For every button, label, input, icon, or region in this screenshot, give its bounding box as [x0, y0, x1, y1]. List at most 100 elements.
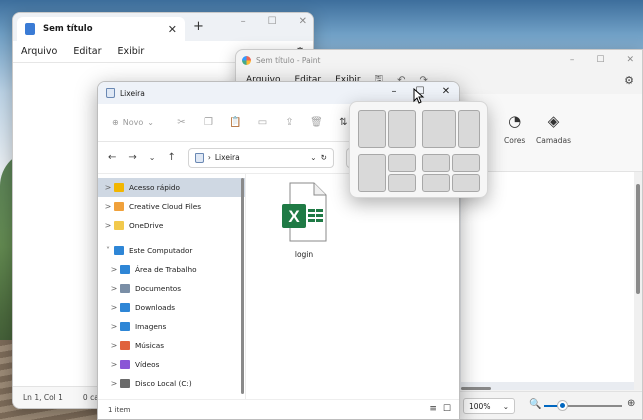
- copy-icon[interactable]: ❐: [195, 117, 222, 128]
- sidebar-item[interactable]: > Acesso rápido: [98, 178, 245, 197]
- chevron-icon[interactable]: >: [108, 341, 120, 350]
- snap-layout-main-stack[interactable]: [358, 154, 416, 192]
- large-icons-view-icon[interactable]: ☐: [443, 404, 451, 414]
- close-icon[interactable]: ✕: [299, 16, 307, 27]
- sidebar-item[interactable]: > Creative Cloud Files: [98, 197, 245, 216]
- snap-zone[interactable]: [388, 174, 416, 192]
- close-tab-icon[interactable]: ✕: [168, 23, 177, 36]
- maximize-icon[interactable]: ☐: [268, 16, 277, 27]
- sidebar-item[interactable]: > OneDrive: [98, 216, 245, 235]
- menu-editar[interactable]: Editar: [73, 46, 101, 57]
- new-tab-icon[interactable]: +: [193, 19, 204, 34]
- chevron-icon[interactable]: >: [108, 303, 120, 312]
- sidebar-item[interactable]: > Disco Local (C:): [98, 374, 245, 393]
- minimize-icon[interactable]: –: [570, 55, 575, 65]
- vertical-scrollbar[interactable]: [634, 172, 642, 390]
- refresh-icon[interactable]: ↻: [321, 153, 327, 162]
- sidebar-scrollbar[interactable]: [241, 178, 244, 394]
- menu-arquivo[interactable]: Arquivo: [21, 46, 57, 57]
- sidebar-item[interactable]: ˅ Este Computador: [98, 241, 245, 260]
- scroll-thumb[interactable]: [636, 184, 640, 294]
- chevron-icon[interactable]: >: [108, 265, 120, 274]
- sidebar-item-label: Área de Trabalho: [135, 265, 197, 274]
- notepad-window-controls: – ☐ ✕: [241, 16, 307, 27]
- chevron-icon[interactable]: >: [102, 202, 114, 211]
- rename-icon[interactable]: ▭: [249, 117, 276, 128]
- menu-exibir[interactable]: Exibir: [118, 46, 145, 57]
- layers-label: Camadas: [536, 136, 571, 145]
- videos-icon: [120, 360, 130, 369]
- palette-icon: ◔: [508, 112, 522, 130]
- sidebar-item[interactable]: > Downloads: [98, 298, 245, 317]
- chevron-icon[interactable]: >: [102, 183, 114, 192]
- delete-icon[interactable]: 🗑: [303, 117, 330, 128]
- snap-zone[interactable]: [422, 110, 456, 148]
- address-bar[interactable]: › Lixeira ⌄ ↻: [187, 147, 334, 168]
- file-list: X login: [247, 174, 459, 399]
- close-icon[interactable]: ✕: [626, 55, 634, 65]
- zoom-slider[interactable]: [544, 405, 622, 407]
- details-view-icon[interactable]: ≡: [429, 404, 437, 414]
- layers-icon: ◈: [547, 112, 560, 130]
- snap-zone[interactable]: [358, 110, 386, 148]
- sidebar-item-label: Este Computador: [129, 246, 193, 255]
- sidebar-item[interactable]: > Vídeos: [98, 355, 245, 374]
- zoom-in-icon[interactable]: ⊕: [627, 398, 635, 409]
- sidebar-item[interactable]: > Documentos: [98, 279, 245, 298]
- sidebar-item[interactable]: > Imagens: [98, 317, 245, 336]
- snap-zone[interactable]: [452, 154, 480, 172]
- chevron-icon[interactable]: >: [108, 322, 120, 331]
- snap-zone[interactable]: [388, 154, 416, 172]
- chevron-icon[interactable]: >: [108, 360, 120, 369]
- zoom-select[interactable]: 100% ⌄: [463, 398, 515, 414]
- breadcrumb[interactable]: Lixeira: [215, 153, 240, 162]
- chevron-icon[interactable]: >: [102, 221, 114, 230]
- computer-icon: [114, 246, 124, 255]
- gear-icon[interactable]: ⚙: [624, 74, 634, 87]
- chevron-icon[interactable]: >: [108, 284, 120, 293]
- minimize-icon[interactable]: –: [241, 16, 246, 27]
- chevron-down-icon[interactable]: ⌄: [310, 153, 316, 162]
- colors-group[interactable]: ◔ Cores: [504, 112, 525, 145]
- sidebar-item-label: Acesso rápido: [129, 183, 180, 192]
- sidebar-item-label: Imagens: [135, 322, 167, 331]
- mouse-cursor-icon: [413, 88, 425, 104]
- paint-canvas[interactable]: [461, 172, 638, 382]
- download-icon: [120, 303, 130, 312]
- back-icon[interactable]: ←: [108, 152, 116, 163]
- notepad-tab[interactable]: Sem título ✕: [17, 17, 185, 41]
- snap-layout-two-thirds[interactable]: [422, 110, 480, 148]
- up-icon[interactable]: ↑: [167, 152, 175, 163]
- chevron-icon[interactable]: >: [108, 379, 120, 388]
- excel-file-icon: X: [282, 182, 327, 242]
- explorer-title: Lixeira: [120, 88, 145, 98]
- sidebar-item-label: Documentos: [135, 284, 182, 293]
- sidebar-item[interactable]: > Músicas: [98, 336, 245, 355]
- scroll-thumb[interactable]: [461, 387, 491, 390]
- snap-zone[interactable]: [422, 174, 450, 192]
- paste-icon[interactable]: 📋: [222, 117, 249, 128]
- snap-layout-quadrants[interactable]: [422, 154, 480, 192]
- notepad-tab-title: Sem título: [43, 24, 93, 34]
- snap-zone[interactable]: [388, 110, 416, 148]
- new-button[interactable]: ⊕ Novo ⌄: [112, 118, 154, 127]
- sidebar-item[interactable]: > Área de Trabalho: [98, 260, 245, 279]
- snap-zone[interactable]: [458, 110, 480, 148]
- maximize-icon[interactable]: ☐: [596, 55, 604, 65]
- share-icon[interactable]: ⇪: [276, 117, 303, 128]
- zoom-out-icon[interactable]: 🔍: [529, 399, 541, 410]
- forward-icon[interactable]: →: [128, 152, 136, 163]
- recent-locations-icon[interactable]: ⌄: [149, 153, 156, 162]
- notepad-tabbar: Sem título ✕ + – ☐ ✕: [13, 13, 313, 41]
- snap-zone[interactable]: [358, 154, 386, 192]
- snap-zone[interactable]: [452, 174, 480, 192]
- snap-zone[interactable]: [422, 154, 450, 172]
- snap-layouts-flyout: [349, 101, 488, 198]
- snap-layout-halves[interactable]: [358, 110, 416, 148]
- cut-icon[interactable]: ✂: [168, 117, 195, 128]
- file-item[interactable]: X login: [269, 182, 339, 259]
- sidebar-item-label: Disco Local (C:): [135, 379, 192, 388]
- layers-group[interactable]: ◈ Camadas: [536, 112, 571, 145]
- chevron-icon[interactable]: ˅: [102, 246, 114, 255]
- zoom-slider-thumb[interactable]: [557, 401, 567, 410]
